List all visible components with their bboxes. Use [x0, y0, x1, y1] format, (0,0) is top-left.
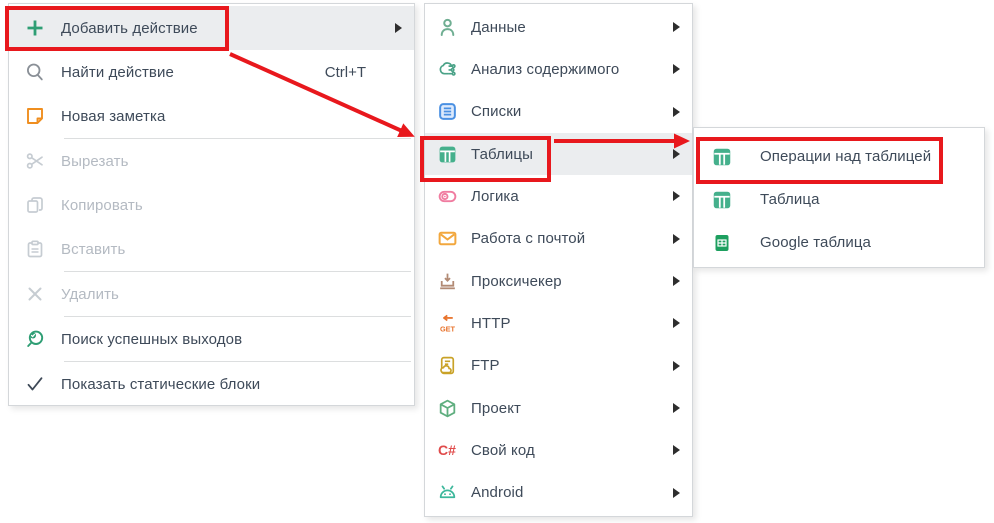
submenu-item-tables[interactable]: Таблицы	[425, 132, 692, 176]
submenu-arrow-icon	[673, 64, 680, 75]
http-get-icon: GET	[435, 311, 459, 335]
submenu-item-label: Таблицы	[471, 145, 533, 163]
cube-icon	[435, 396, 459, 420]
menu-item-label: Поиск успешных выходов	[61, 330, 243, 348]
table-icon	[435, 142, 459, 166]
submenu-arrow-icon	[673, 403, 680, 414]
submenu-arrow-icon	[395, 23, 402, 33]
submenu-item-http[interactable]: GET HTTP	[425, 302, 692, 344]
toggle-icon	[435, 184, 459, 208]
submenu-arrow-icon	[673, 191, 680, 202]
submenu-item-label: Проект	[471, 399, 522, 417]
check-icon	[23, 372, 47, 396]
submenu-item-android[interactable]: Android	[425, 472, 692, 514]
submenu-item-label: Логика	[471, 187, 519, 205]
google-sheets-icon	[708, 231, 736, 255]
submenu-item-ftp[interactable]: FTP	[425, 345, 692, 387]
submenu-item-mail[interactable]: Работа с почтой	[425, 218, 692, 260]
submenu-item-own-code[interactable]: C# Свой код	[425, 429, 692, 471]
submenu-arrow-icon	[673, 149, 680, 160]
menu-item-show-static-blocks[interactable]: Показать статические блоки	[9, 362, 414, 406]
menu-item-delete[interactable]: Удалить	[9, 272, 414, 316]
submenu-arrow-icon	[673, 445, 680, 456]
submenu-item-logic[interactable]: Логика	[425, 175, 692, 217]
ftp-icon	[435, 354, 459, 378]
svg-text:GET: GET	[439, 324, 455, 333]
menu-item-search-successful-exits[interactable]: Поиск успешных выходов	[9, 317, 414, 361]
submenu-item-label: Проксичекер	[471, 272, 562, 290]
menu-item-new-note[interactable]: Новая заметка	[9, 94, 414, 138]
menu-item-find-action[interactable]: Найти действие Ctrl+T	[9, 50, 414, 94]
submenu-item-label: Данные	[471, 18, 526, 36]
analysis-icon	[435, 57, 459, 81]
menu-item-label: Показать статические блоки	[61, 375, 261, 393]
mail-icon	[435, 227, 459, 251]
submenu-arrow-icon	[673, 233, 680, 244]
submenu-arrow-icon	[673, 360, 680, 371]
submenu-item-data[interactable]: Данные	[425, 6, 692, 48]
menu-item-copy[interactable]: Копировать	[9, 183, 414, 227]
submenu-item-lists[interactable]: Списки	[425, 91, 692, 133]
main-context-menu: Добавить действие Найти действие Ctrl+T …	[8, 3, 415, 406]
menu-item-cut[interactable]: Вырезать	[9, 139, 414, 183]
paste-icon	[23, 237, 47, 261]
scissors-icon	[23, 149, 47, 173]
android-icon	[435, 481, 459, 505]
submenu-item-table-operations[interactable]: Операции над таблицей	[694, 135, 984, 178]
menu-item-label: Вырезать	[61, 152, 129, 170]
proxy-icon	[435, 269, 459, 293]
csharp-icon: C#	[438, 442, 456, 459]
search-icon	[23, 60, 47, 84]
list-icon	[435, 100, 459, 124]
submenu-item-proxychecker[interactable]: Проксичекер	[425, 260, 692, 302]
menu-item-label: Новая заметка	[61, 107, 166, 125]
submenu-item-google-table[interactable]: Google таблица	[694, 221, 984, 264]
submenu-item-table[interactable]: Таблица	[694, 178, 984, 221]
menu-item-label: Копировать	[61, 196, 143, 214]
submenu-item-label: Работа с почтой	[471, 230, 586, 248]
submenu-item-label: Анализ содержимого	[471, 60, 620, 78]
delete-icon	[23, 282, 47, 306]
submenu-arrow-icon	[673, 276, 680, 287]
submenu-item-label: FTP	[471, 357, 500, 375]
submenu-item-label: Списки	[471, 103, 522, 121]
submenu-item-content-analysis[interactable]: Анализ содержимого	[425, 48, 692, 90]
menu-item-label: Удалить	[61, 285, 119, 303]
plus-icon	[23, 16, 47, 40]
table-icon	[708, 188, 736, 212]
submenu-arrow-icon	[673, 106, 680, 117]
menu-item-label: Вставить	[61, 240, 126, 258]
menu-item-label: Добавить действие	[61, 19, 198, 37]
search-check-icon	[23, 327, 47, 351]
tables-submenu: Операции над таблицей Таблица Google таб…	[693, 127, 985, 268]
submenu-arrow-icon	[673, 318, 680, 329]
add-action-submenu: Данные Анализ содержимого Списки Таблицы	[424, 3, 693, 517]
submenu-arrow-icon	[673, 22, 680, 33]
copy-icon	[23, 193, 47, 217]
submenu-item-label: Android	[471, 484, 524, 502]
menu-item-add-action[interactable]: Добавить действие	[9, 6, 414, 50]
menu-item-shortcut: Ctrl+T	[324, 63, 366, 81]
submenu-item-label: Свой код	[471, 441, 535, 459]
submenu-item-project[interactable]: Проект	[425, 387, 692, 429]
context-menu-screenshot: Добавить действие Найти действие Ctrl+T …	[0, 0, 994, 523]
menu-item-label: Найти действие	[61, 63, 174, 81]
submenu-item-label: Таблица	[760, 191, 820, 208]
person-icon	[435, 15, 459, 39]
submenu-item-label: Операции над таблицей	[760, 148, 932, 165]
submenu-arrow-icon	[673, 487, 680, 498]
note-icon	[23, 104, 47, 128]
submenu-item-label: HTTP	[471, 314, 511, 332]
table-icon	[708, 145, 736, 169]
menu-item-paste[interactable]: Вставить	[9, 227, 414, 271]
submenu-item-label: Google таблица	[760, 234, 871, 251]
